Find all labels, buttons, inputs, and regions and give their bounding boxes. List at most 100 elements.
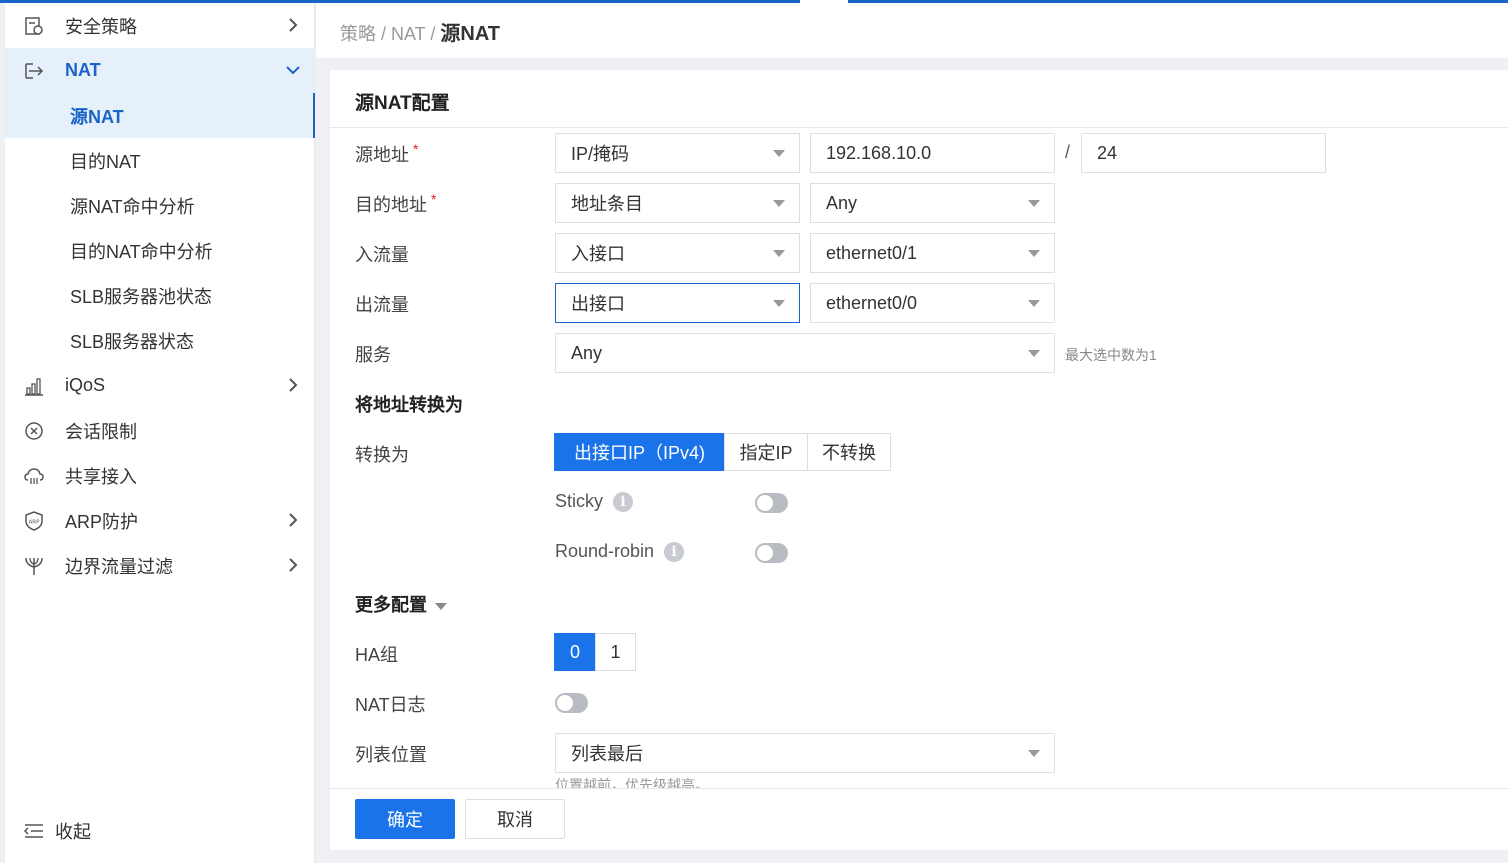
arp-shield-icon: ARP [25,511,43,531]
caret-down-icon [1028,250,1040,257]
caret-down-icon [1028,300,1040,307]
source-address-label: 源地址 * [355,141,419,165]
filter-icon [25,557,43,575]
info-icon[interactable]: i [613,491,634,512]
nat-log-toggle[interactable] [555,693,588,713]
sidebar-item-slb-server-status[interactable]: SLB服务器状态 [5,318,315,363]
required-mark: * [431,191,437,207]
sidebar-item-label: 目的NAT [70,151,141,172]
caret-down-icon [435,602,447,610]
translate-option-specified-ip[interactable]: 指定IP [724,433,808,471]
caret-down-icon [1028,750,1040,757]
mask-separator: / [1065,142,1071,162]
collapse-label: 收起 [55,822,91,842]
sidebar-item-slb-pool-status[interactable]: SLB服务器池状态 [5,273,315,318]
sidebar-item-label: NAT [65,60,101,80]
breadcrumb-bar: 策略 / NAT / 源NAT [316,3,1508,58]
sidebar-item-arp-protection[interactable]: ARP ARP防护 [5,498,315,543]
collapse-sidebar-button[interactable]: 收起 [23,818,91,844]
round-robin-toggle[interactable] [755,543,788,563]
sidebar-item-source-nat[interactable]: 源NAT [5,93,315,138]
translate-option-egress-ip[interactable]: 出接口IP（IPv4) [554,433,725,471]
sidebar-item-shared-access[interactable]: 共享接入 [5,453,315,498]
divider [330,127,1508,128]
sidebar-item-destination-nat-hit-analysis[interactable]: 目的NAT命中分析 [5,228,315,273]
destination-address-type-select[interactable]: 地址条目 [555,183,800,223]
nat-log-label: NAT日志 [355,695,426,715]
egress-interface-select[interactable]: ethernet0/0 [810,283,1055,323]
egress-label: 出流量 [355,295,409,315]
ok-button[interactable]: 确定 [355,799,455,839]
ingress-type-select[interactable]: 入接口 [555,233,800,273]
list-position-label: 列表位置 [355,745,427,765]
translate-option-no-translate[interactable]: 不转换 [807,433,891,471]
nat-icon [25,63,44,79]
required-mark: * [413,141,419,157]
breadcrumb: 策略 / NAT / 源NAT [340,17,500,46]
caret-down-icon [1028,200,1040,207]
round-robin-label: Round-robin i [555,541,685,562]
sidebar-item-iqos[interactable]: iQoS [5,363,315,408]
ha-group-option-0[interactable]: 0 [554,633,596,671]
sidebar-item-label: 源NAT命中分析 [70,196,195,217]
cloud-share-icon [24,468,44,484]
sidebar-item-label: iQoS [65,375,106,395]
sidebar-item-security-policy[interactable]: 安全策略 [5,3,315,48]
sidebar-item-label: 会话限制 [65,421,137,442]
ha-group-label: HA组 [355,645,399,665]
destination-address-select[interactable]: Any [810,183,1055,223]
sidebar-item-label: 共享接入 [65,466,137,487]
breadcrumb-current: 源NAT [440,23,500,45]
caret-down-icon [1028,350,1040,357]
sidebar-item-source-nat-hit-analysis[interactable]: 源NAT命中分析 [5,183,315,228]
source-mask-input[interactable]: 24 [1081,133,1326,173]
breadcrumb-separator: / [376,24,392,44]
nat-config-panel: 源NAT配置 源地址 * IP/掩码 192.168.10.0 / 24 目的地址… [330,70,1508,850]
caret-down-icon [773,150,785,157]
translate-section-title: 将地址转换为 [355,395,463,415]
sidebar-item-destination-nat[interactable]: 目的NAT [5,138,315,183]
destination-address-label: 目的地址 * [355,191,437,215]
more-config-toggle[interactable]: 更多配置 [355,591,447,617]
session-limit-icon [25,422,43,440]
collapse-menu-icon [23,824,43,838]
security-policy-icon [25,17,43,35]
ingress-interface-select[interactable]: ethernet0/1 [810,233,1055,273]
egress-type-select[interactable]: 出接口 [555,283,800,323]
source-address-type-select[interactable]: IP/掩码 [555,133,800,173]
breadcrumb-separator: / [425,24,441,44]
ha-group-segmented: 0 1 [554,633,636,671]
info-icon[interactable]: i [664,541,685,562]
sidebar-item-label: 安全策略 [65,16,137,37]
chevron-right-icon [289,513,298,527]
cancel-button[interactable]: 取消 [465,799,565,839]
breadcrumb-nat[interactable]: NAT [391,24,425,44]
ha-group-option-1[interactable]: 1 [595,633,636,671]
list-position-hint: 位置越前，优先级越高。 [555,777,709,788]
chevron-down-icon [286,66,300,75]
caret-down-icon [773,250,785,257]
panel-title: 源NAT配置 [355,93,450,114]
sidebar-item-session-limit[interactable]: 会话限制 [5,408,315,453]
translate-to-segmented: 出接口IP（IPv4) 指定IP 不转换 [554,433,891,471]
sticky-toggle[interactable] [755,493,788,513]
chevron-right-icon [289,558,298,572]
service-select[interactable]: Any [555,333,1055,373]
sidebar: 安全策略 NAT 源NAT 目的NAT 源NAT命中分析 目的NAT命中分析 S… [5,3,315,863]
list-position-select[interactable]: 列表最后 [555,733,1055,773]
service-label: 服务 [355,345,391,365]
breadcrumb-policy[interactable]: 策略 [340,24,376,44]
translate-to-label: 转换为 [355,445,409,465]
bar-chart-icon [25,378,43,396]
sidebar-item-nat[interactable]: NAT [5,48,315,93]
sidebar-item-label: SLB服务器池状态 [70,286,213,307]
chevron-right-icon [289,18,298,32]
sidebar-item-label: 目的NAT命中分析 [70,241,213,262]
sticky-label: Sticky i [555,491,634,512]
caret-down-icon [773,300,785,307]
sidebar-item-border-traffic-filter[interactable]: 边界流量过滤 [5,543,315,588]
chevron-right-icon [289,378,298,392]
caret-down-icon [773,200,785,207]
source-ip-input[interactable]: 192.168.10.0 [810,133,1055,173]
service-hint: 最大选中数为1 [1065,347,1157,363]
